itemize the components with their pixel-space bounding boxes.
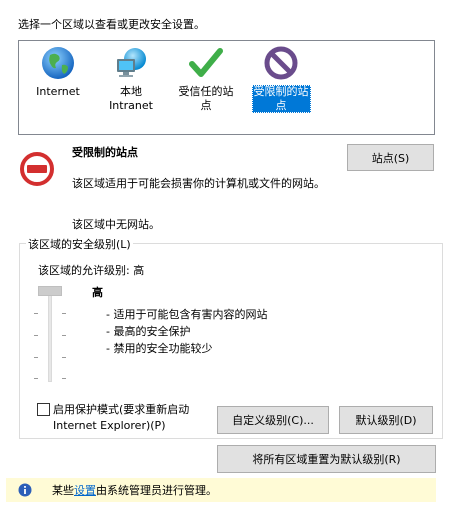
admin-notice-suffix: 由系统管理员进行管理。 <box>96 484 217 497</box>
allowed-level-label: 该区域的允许级别: 高 <box>38 264 145 277</box>
slider-tick <box>62 357 66 358</box>
zone-site-status: 该区域中无网站。 <box>72 218 160 231</box>
reset-all-zones-button[interactable]: 将所有区域重置为默认级别(R) <box>217 445 436 473</box>
network-computer-icon <box>113 45 149 81</box>
slider-tick <box>34 335 38 336</box>
zone-local-intranet[interactable]: 本地 Intranet <box>95 45 167 113</box>
settings-link[interactable]: 设置 <box>74 484 96 497</box>
security-level-name: 高 <box>92 286 103 299</box>
slider-tick <box>34 378 38 379</box>
zone-instruction-label: 选择一个区域以查看或更改安全设置。 <box>18 18 205 31</box>
zone-trusted-sites[interactable]: 受信任的站 点 <box>170 45 242 113</box>
slider-tick <box>62 378 66 379</box>
slider-tick <box>62 335 66 336</box>
level-bullet-2: - 最高的安全保护 <box>106 325 191 338</box>
admin-notice-bar: 某些设置由系统管理员进行管理。 <box>6 478 436 502</box>
level-bullet-1: - 适用于可能包含有害内容的网站 <box>106 308 268 321</box>
slider-tick <box>34 313 38 314</box>
zone-large-icon <box>20 152 54 189</box>
info-icon <box>18 483 32 500</box>
globe-icon <box>40 45 76 81</box>
no-entry-icon <box>20 152 54 186</box>
admin-notice-text: 某些设置由系统管理员进行管理。 <box>52 482 217 498</box>
security-level-legend: 该区域的安全级别(L) <box>26 236 133 252</box>
restricted-icon <box>263 45 299 81</box>
slider-thumb[interactable] <box>38 286 62 296</box>
slider-tick <box>62 313 66 314</box>
protected-mode-checkbox[interactable] <box>37 403 50 416</box>
protected-mode-label-line2[interactable]: Internet Explorer)(P) <box>53 419 165 432</box>
admin-notice-prefix: 某些 <box>52 484 74 497</box>
zone-list[interactable]: Internet 本地 Intranet 受信任的站 点 受限制的站 点 <box>18 40 435 135</box>
zone-title: 受限制的站点 <box>72 146 138 159</box>
custom-level-button[interactable]: 自定义级别(C)... <box>217 406 329 434</box>
zone-internet[interactable]: Internet <box>22 45 94 99</box>
protected-mode-label-line1[interactable]: 启用保护模式(要求重新启动 <box>53 401 189 417</box>
level-bullet-3: - 禁用的安全功能较少 <box>106 342 213 355</box>
default-level-button[interactable]: 默认级别(D) <box>339 406 433 434</box>
zone-restricted-sites[interactable]: 受限制的站 点 <box>245 45 317 113</box>
checkmark-icon <box>188 45 224 81</box>
slider-tick <box>34 357 38 358</box>
sites-button[interactable]: 站点(S) <box>347 144 434 171</box>
slider-track <box>48 290 52 382</box>
zone-description: 该区域适用于可能会损害你的计算机或文件的网站。 <box>72 177 325 190</box>
